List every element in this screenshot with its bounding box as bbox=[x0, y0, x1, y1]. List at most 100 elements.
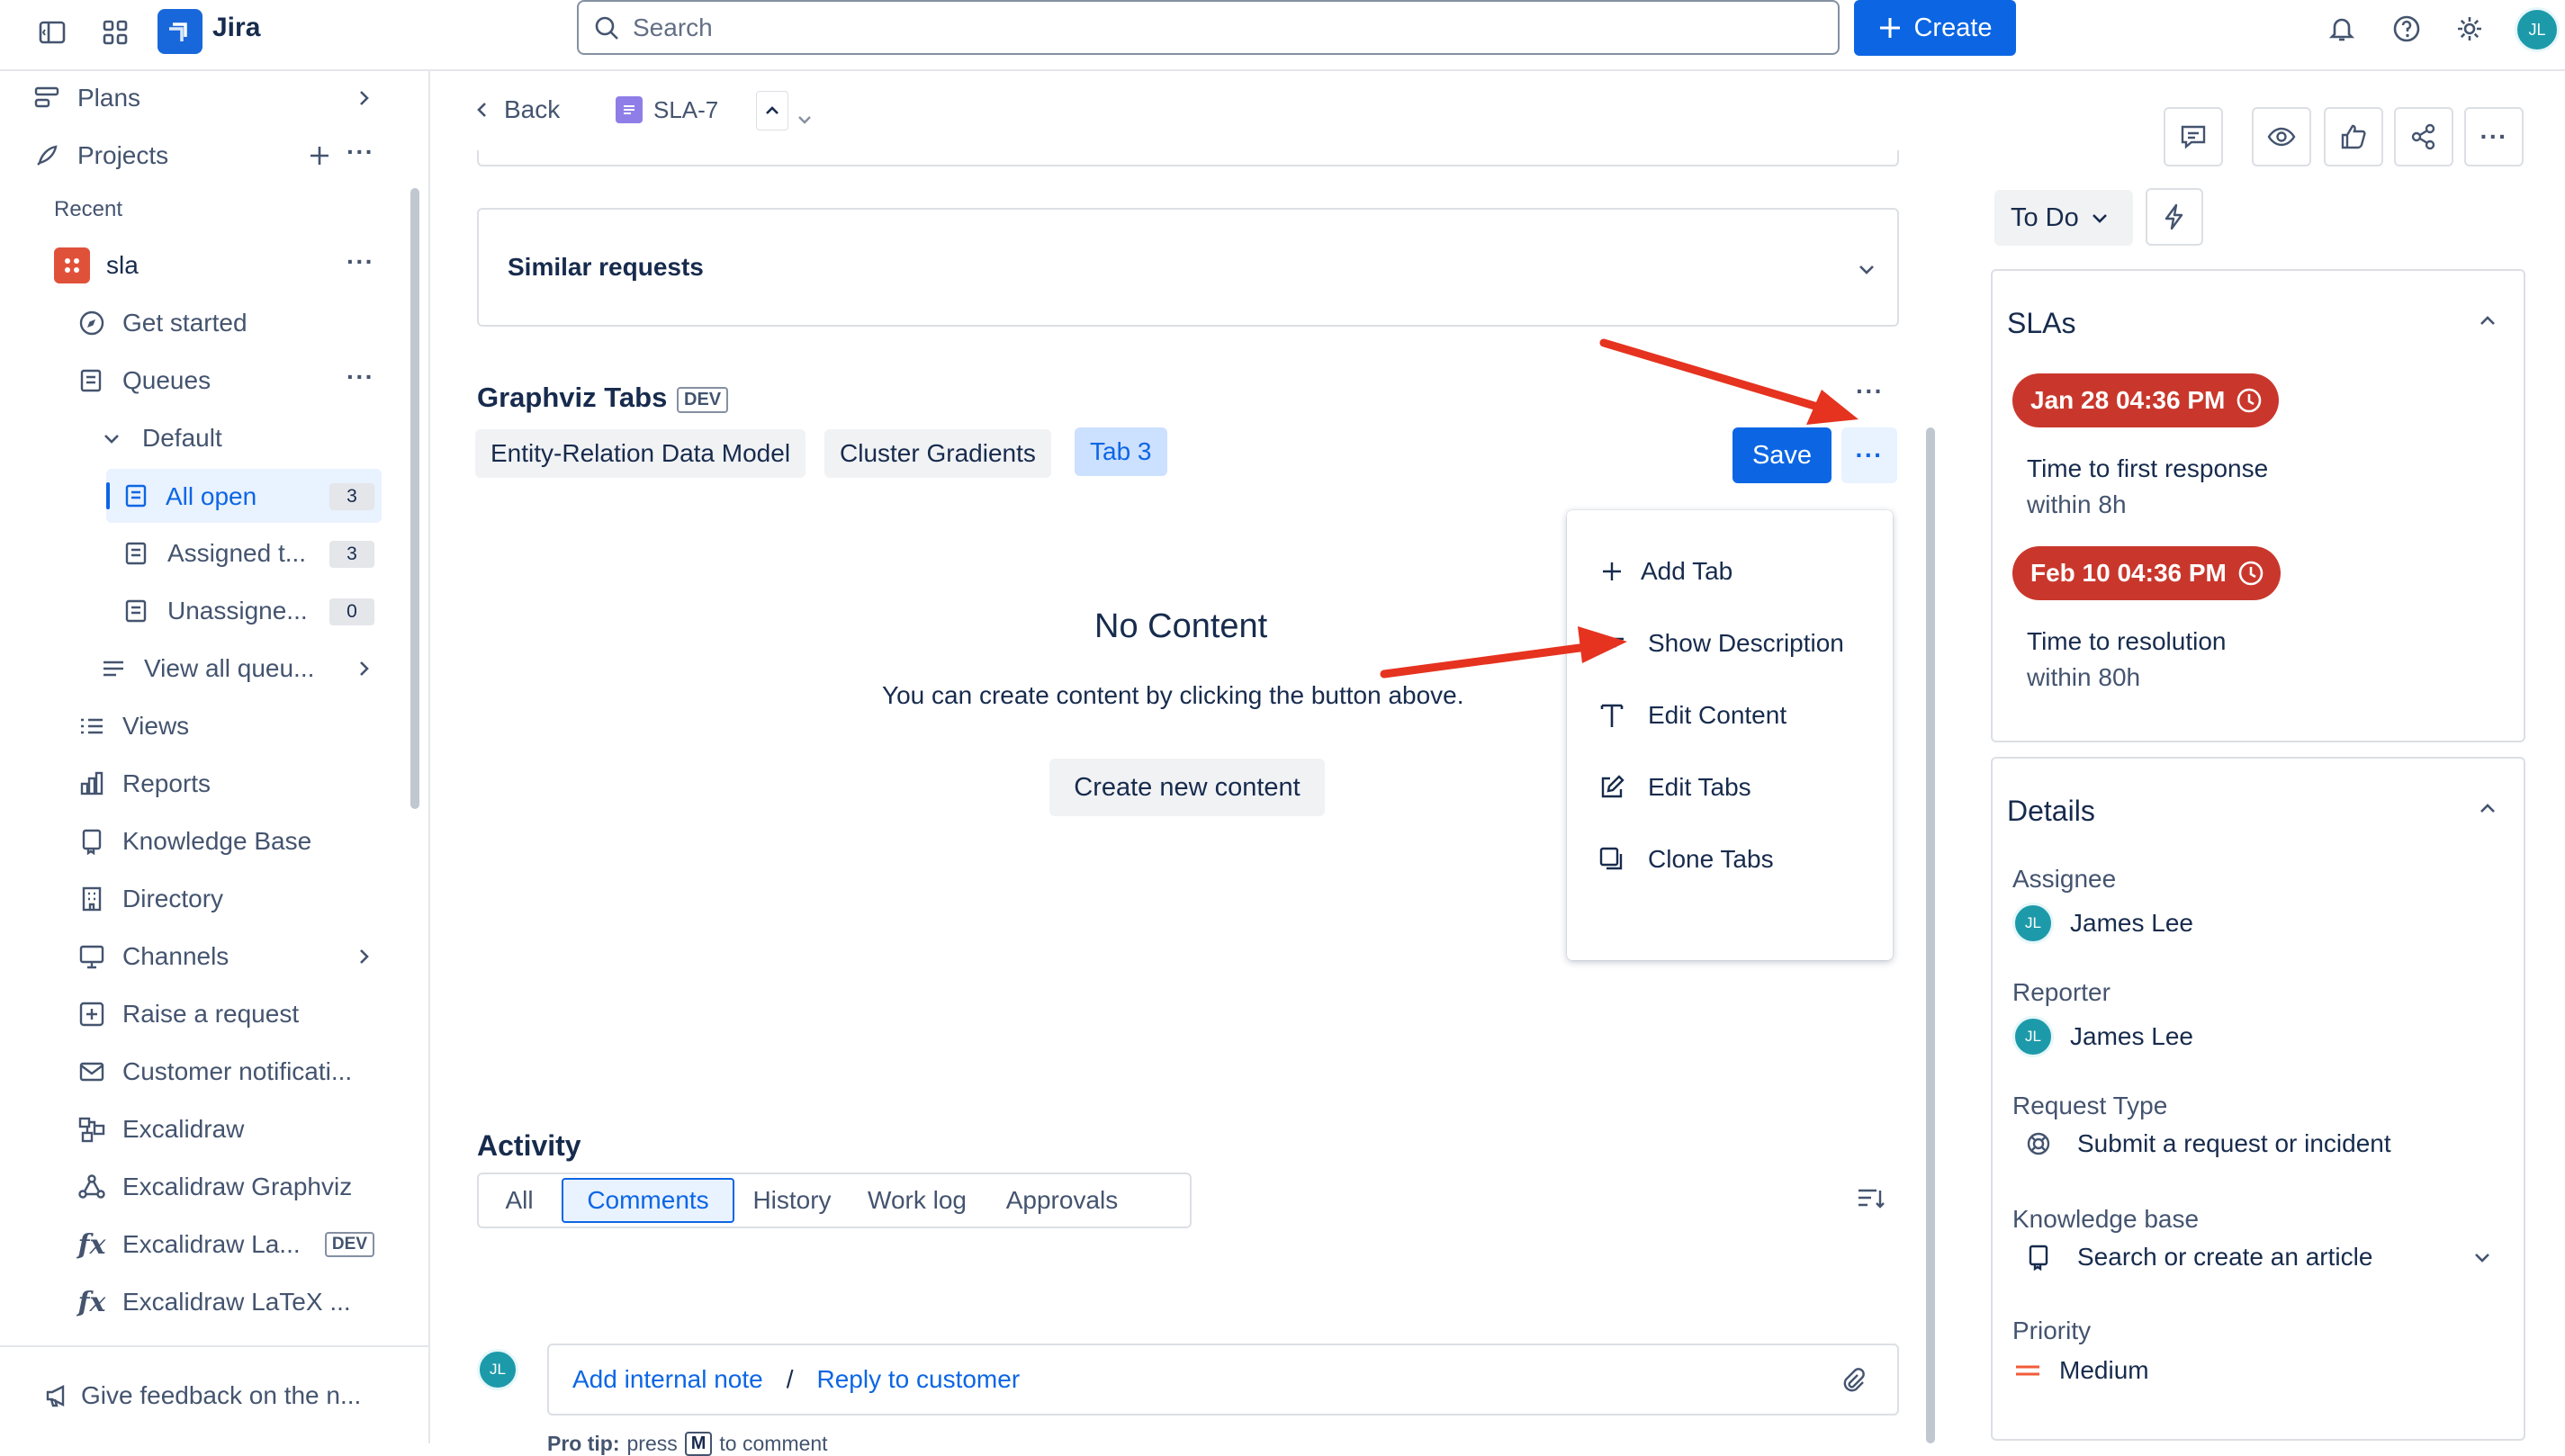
sidebar-item-excalidraw-graphviz[interactable]: Excalidraw Graphviz bbox=[77, 1160, 383, 1214]
status-dropdown[interactable]: To Do bbox=[1994, 190, 2133, 246]
create-button[interactable]: Create bbox=[1854, 0, 2016, 56]
megaphone-icon bbox=[43, 1381, 72, 1410]
reporter-avatar: JL bbox=[2012, 1016, 2054, 1057]
sla-goal: within 8h bbox=[2027, 490, 2127, 518]
sidebar-divider bbox=[0, 1345, 430, 1347]
search-input[interactable]: Search bbox=[577, 0, 1840, 55]
arrowhead-top bbox=[1806, 390, 1858, 425]
share-button[interactable] bbox=[2394, 107, 2453, 166]
annotation-arrow-menu bbox=[1380, 642, 1598, 679]
sidebar-item-channels[interactable]: Channels bbox=[77, 930, 374, 984]
project-avatar-icon bbox=[54, 247, 90, 283]
chevron-up-icon[interactable] bbox=[2477, 798, 2498, 820]
sidebar-item-label: Queues bbox=[122, 366, 212, 394]
assignee-avatar: JL bbox=[2012, 903, 2054, 944]
sidebar-scrollbar[interactable] bbox=[410, 188, 419, 809]
dev-badge: DEV bbox=[324, 1232, 374, 1257]
settings-gear-icon[interactable] bbox=[2452, 11, 2488, 47]
sidebar-item-label: Channels bbox=[122, 942, 230, 970]
automation-button[interactable] bbox=[2146, 188, 2203, 246]
sidebar-item-knowledge-base[interactable]: Knowledge Base bbox=[77, 814, 374, 868]
assignee-field[interactable]: JL James Lee bbox=[2012, 903, 2193, 944]
sidebar-item-plans[interactable]: Plans bbox=[32, 71, 374, 125]
more-actions-button[interactable]: ··· bbox=[2464, 107, 2524, 166]
sla-time: Feb 10 04:36 PM bbox=[2030, 559, 2227, 587]
watch-button[interactable] bbox=[2252, 107, 2311, 166]
feedback-link[interactable]: Give feedback on the n... bbox=[43, 1369, 403, 1423]
priority-value: Medium bbox=[2059, 1356, 2149, 1384]
sidebar-item-reports[interactable]: Reports bbox=[77, 757, 374, 811]
sidebar-item-label: Excalidraw bbox=[122, 1115, 245, 1143]
sla-label: Time to resolution bbox=[2027, 627, 2227, 655]
sidebar-item-excalidraw[interactable]: Excalidraw bbox=[77, 1102, 374, 1156]
sla-label: Time to first response bbox=[2027, 454, 2269, 482]
sidebar-item-label: Get started bbox=[122, 309, 248, 337]
queue-icon bbox=[122, 539, 151, 568]
chevron-down-icon bbox=[2090, 208, 2110, 228]
plus-icon bbox=[1877, 15, 1903, 40]
add-project-icon[interactable] bbox=[308, 144, 331, 167]
annotation-arrows bbox=[1380, 338, 1858, 679]
slas-title: SLAs bbox=[2007, 307, 2076, 339]
sidebar-item-label: Excalidraw La... bbox=[122, 1230, 301, 1258]
issue-details-panel: ··· To Do SLAs Jan 28 04:36 PM Time to f… bbox=[1935, 71, 2565, 1443]
vote-button[interactable] bbox=[2324, 107, 2383, 166]
sidebar-item-label: View all queu... bbox=[144, 654, 315, 682]
clock-icon bbox=[2236, 387, 2263, 414]
feedback-button[interactable] bbox=[2164, 107, 2223, 166]
more-icon[interactable]: ··· bbox=[346, 247, 374, 276]
knowledge-base-field[interactable]: Search or create an article bbox=[2025, 1243, 2493, 1272]
more-icon[interactable]: ··· bbox=[346, 138, 374, 166]
sidebar-item-all-open[interactable]: All open 3 bbox=[106, 469, 382, 523]
sidebar-item-get-started[interactable]: Get started bbox=[77, 296, 374, 350]
function-fx-icon: fx bbox=[77, 1228, 106, 1261]
annotation-arrow-top bbox=[1599, 338, 1837, 416]
top-navigation: Jira Search Create JL bbox=[0, 0, 2565, 71]
book-icon bbox=[2025, 1244, 2052, 1271]
sidebar-item-customer-notifications[interactable]: Customer notificati... bbox=[77, 1045, 383, 1099]
reporter-field[interactable]: JL James Lee bbox=[2012, 1016, 2193, 1057]
jira-logo-icon[interactable] bbox=[158, 9, 202, 54]
add-square-icon bbox=[77, 1000, 106, 1029]
sidebar-item-project-sla[interactable]: sla ··· bbox=[54, 238, 374, 292]
chevron-down-icon bbox=[2471, 1246, 2493, 1268]
sidebar-item-view-all-queues[interactable]: View all queu... bbox=[99, 642, 374, 696]
notifications-bell-icon[interactable] bbox=[2324, 11, 2360, 47]
book-icon bbox=[77, 827, 106, 856]
sidebar-item-label: Knowledge Base bbox=[122, 827, 312, 855]
sidebar-item-excalidraw-latex[interactable]: fx Excalidraw LaTeX ... bbox=[77, 1275, 383, 1329]
user-avatar[interactable]: JL bbox=[2515, 7, 2560, 52]
sidebar-item-projects[interactable]: Projects ··· bbox=[32, 129, 374, 183]
eye-icon bbox=[2266, 121, 2297, 152]
project-name: sla bbox=[106, 251, 139, 279]
help-icon[interactable] bbox=[2389, 11, 2425, 47]
chevron-up-icon[interactable] bbox=[2477, 310, 2498, 332]
app-name[interactable]: Jira bbox=[212, 13, 260, 43]
sidebar-item-queues[interactable]: Queues ··· bbox=[77, 354, 374, 408]
plans-icon bbox=[32, 84, 61, 112]
sidebar-item-label: Excalidraw LaTeX ... bbox=[122, 1288, 351, 1316]
sidebar-item-excalidraw-la[interactable]: fx Excalidraw La... DEV bbox=[77, 1218, 383, 1272]
slas-panel: SLAs Jan 28 04:36 PM Time to first respo… bbox=[1991, 269, 2525, 742]
assignee-label: Assignee bbox=[2012, 865, 2117, 893]
app-switcher-icon[interactable] bbox=[97, 14, 133, 50]
sla-time: Jan 28 04:36 PM bbox=[2030, 386, 2226, 414]
views-list-icon bbox=[77, 712, 106, 741]
sidebar-item-raise-request[interactable]: Raise a request bbox=[77, 987, 374, 1041]
sidebar-item-default[interactable]: Default bbox=[101, 411, 374, 465]
rocket-icon bbox=[32, 141, 61, 170]
diagram-icon bbox=[77, 1115, 106, 1144]
function-fx-icon: fx bbox=[77, 1286, 106, 1318]
request-type-field[interactable]: Submit a request or incident bbox=[2025, 1129, 2391, 1158]
status-label: To Do bbox=[2011, 202, 2079, 232]
clock-icon bbox=[2237, 560, 2264, 587]
more-icon[interactable]: ··· bbox=[346, 363, 374, 391]
sidebar-item-views[interactable]: Views bbox=[77, 699, 374, 753]
sidebar-item-directory[interactable]: Directory bbox=[77, 872, 374, 926]
priority-field[interactable]: Medium bbox=[2014, 1356, 2149, 1385]
sidebar-item-label: Reports bbox=[122, 769, 212, 797]
sidebar-item-label: Assigned t... bbox=[167, 539, 307, 567]
feedback-comment-icon bbox=[2179, 122, 2208, 151]
sidebar-toggle-icon[interactable] bbox=[34, 14, 70, 50]
details-panel: Details Assignee JL James Lee Reporter J… bbox=[1991, 757, 2525, 1441]
